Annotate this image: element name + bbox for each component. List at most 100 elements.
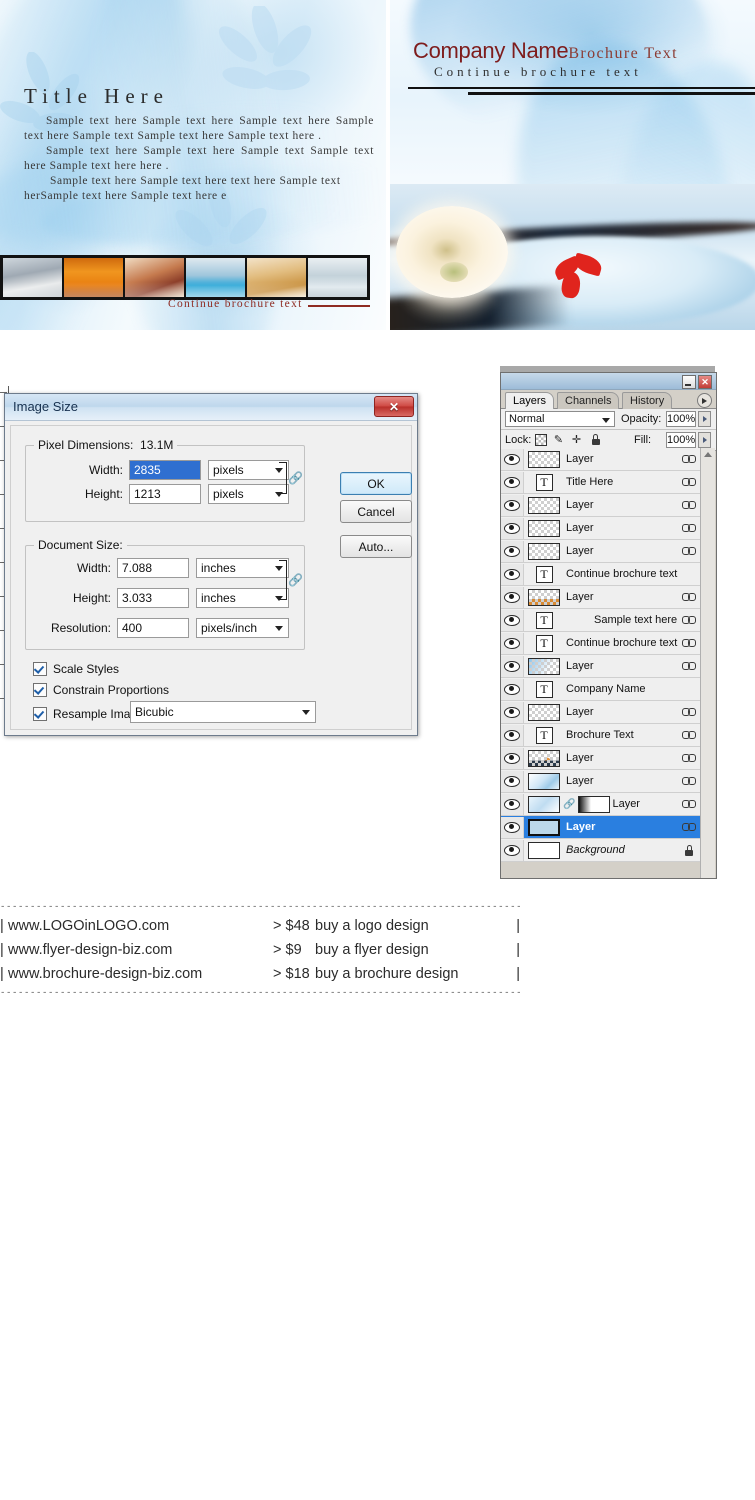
close-icon[interactable]: ✕ <box>374 396 414 417</box>
layer-link-icon[interactable] <box>678 547 700 555</box>
close-icon[interactable]: ✕ <box>698 375 712 389</box>
scale-styles-checkbox-row[interactable]: Scale Styles <box>33 660 119 678</box>
layer-visibility-eye-icon[interactable] <box>501 701 524 723</box>
layer-visibility-eye-icon[interactable] <box>501 747 524 769</box>
layer-link-icon[interactable] <box>678 524 700 532</box>
layer-row[interactable]: T Continue brochure text <box>501 563 700 586</box>
tab-channels[interactable]: Channels <box>557 392 620 409</box>
layer-visibility-eye-icon[interactable] <box>501 517 524 539</box>
constrain-proportions-checkbox-row[interactable]: Constrain Proportions <box>33 681 169 699</box>
tab-history[interactable]: History <box>622 392 673 409</box>
layer-visibility-eye-icon[interactable] <box>501 770 524 792</box>
constrain-proportions-checkbox[interactable] <box>33 683 47 697</box>
pixel-width-unit-select[interactable]: pixels <box>208 460 289 480</box>
layer-row[interactable]: Layer <box>501 701 700 724</box>
layer-visibility-eye-icon[interactable] <box>501 540 524 562</box>
layer-thumbnail[interactable] <box>524 841 564 859</box>
layer-link-icon[interactable] <box>678 708 700 716</box>
resolution-input[interactable]: 400 <box>117 618 189 638</box>
fill-slider-icon[interactable] <box>698 432 711 448</box>
layer-link-icon[interactable] <box>678 731 700 739</box>
layer-lock-icon[interactable] <box>678 844 700 856</box>
layer-visibility-eye-icon[interactable] <box>501 816 524 838</box>
pixel-height-unit-select[interactable]: pixels <box>208 484 289 504</box>
cancel-button[interactable]: Cancel <box>340 500 412 523</box>
layer-thumbnail[interactable] <box>524 496 564 514</box>
layer-visibility-eye-icon[interactable] <box>501 793 524 815</box>
resample-method-select[interactable]: Bicubic <box>130 701 316 723</box>
dialog-titlebar[interactable]: Image Size ✕ <box>5 394 417 421</box>
layer-mask-thumbnail[interactable] <box>578 795 611 813</box>
layer-row[interactable]: T Company Name <box>501 678 700 701</box>
text-layer-badge-icon[interactable]: T <box>524 611 564 629</box>
layer-thumbnail[interactable] <box>524 450 564 468</box>
layer-link-icon[interactable] <box>678 478 700 486</box>
footer-url[interactable]: www.flyer-design-biz.com <box>8 942 273 958</box>
tab-layers[interactable]: Layers <box>505 392 555 409</box>
lock-position-icon[interactable]: ✛ <box>570 433 583 446</box>
layer-thumbnail[interactable] <box>524 542 564 560</box>
layer-visibility-eye-icon[interactable] <box>501 563 524 585</box>
layer-visibility-eye-icon[interactable] <box>501 839 524 861</box>
resolution-unit-select[interactable]: pixels/inch <box>196 618 289 638</box>
layer-link-icon[interactable] <box>678 455 700 463</box>
doc-width-unit-select[interactable]: inches <box>196 558 289 578</box>
pixel-width-input[interactable]: 2835 <box>129 460 201 480</box>
text-layer-badge-icon[interactable]: T <box>524 726 564 744</box>
layer-thumbnail[interactable] <box>528 795 560 813</box>
layer-row[interactable]: Layer <box>501 517 700 540</box>
text-layer-badge-icon[interactable]: T <box>524 680 564 698</box>
layer-link-icon[interactable] <box>678 777 700 785</box>
layer-row[interactable]: Layer <box>501 747 700 770</box>
footer-url[interactable]: www.brochure-design-biz.com <box>8 966 273 982</box>
lock-image-icon[interactable]: ✎ <box>552 433 565 446</box>
auto-button[interactable]: Auto... <box>340 535 412 558</box>
layer-row[interactable]: Layer <box>501 655 700 678</box>
layer-visibility-eye-icon[interactable] <box>501 586 524 608</box>
text-layer-badge-icon[interactable]: T <box>524 565 564 583</box>
opacity-slider-icon[interactable] <box>698 411 711 427</box>
doc-height-unit-select[interactable]: inches <box>196 588 289 608</box>
layers-panel-titlebar[interactable]: ✕ <box>501 373 716 390</box>
layer-row[interactable]: T Sample text here ... <box>501 609 700 632</box>
layer-row[interactable]: Layer <box>501 494 700 517</box>
layer-row[interactable]: 🔗 Layer <box>501 793 700 816</box>
layer-visibility-eye-icon[interactable] <box>501 678 524 700</box>
layer-link-icon[interactable] <box>678 754 700 762</box>
layer-visibility-eye-icon[interactable] <box>501 609 524 631</box>
minimize-icon[interactable] <box>682 375 696 389</box>
lock-all-icon[interactable] <box>589 433 602 446</box>
layer-link-icon[interactable] <box>678 616 700 624</box>
layer-row[interactable]: Background <box>501 839 700 862</box>
layer-visibility-eye-icon[interactable] <box>501 724 524 746</box>
layer-row[interactable]: Layer <box>501 540 700 563</box>
layer-row[interactable]: T Continue brochure text <box>501 632 700 655</box>
layer-list-scrollbar[interactable] <box>700 448 715 878</box>
layer-thumbnail[interactable] <box>524 772 564 790</box>
lock-transparency-icon[interactable] <box>534 433 547 446</box>
resample-image-checkbox[interactable] <box>33 707 47 721</box>
layer-thumbnail[interactable] <box>524 588 564 606</box>
layer-visibility-eye-icon[interactable] <box>501 655 524 677</box>
layer-row[interactable]: T Brochure Text <box>501 724 700 747</box>
mask-link-icon[interactable]: 🔗 <box>563 799 575 810</box>
layer-thumbnail[interactable] <box>524 818 564 836</box>
layer-visibility-eye-icon[interactable] <box>501 448 524 470</box>
pixel-height-input[interactable]: 1213 <box>129 484 201 504</box>
scroll-up-icon[interactable] <box>701 448 714 461</box>
layer-visibility-eye-icon[interactable] <box>501 494 524 516</box>
layer-row[interactable]: Layer <box>501 586 700 609</box>
text-layer-badge-icon[interactable]: T <box>524 634 564 652</box>
layer-visibility-eye-icon[interactable] <box>501 471 524 493</box>
layer-link-icon[interactable] <box>678 593 700 601</box>
layer-link-icon[interactable] <box>678 662 700 670</box>
layer-thumbnail[interactable] <box>524 703 564 721</box>
layer-row[interactable]: Layer <box>501 448 700 471</box>
layer-row[interactable]: Layer <box>501 770 700 793</box>
layer-link-icon[interactable] <box>678 639 700 647</box>
layer-thumbnail[interactable] <box>524 657 564 675</box>
layer-row[interactable]: Layer <box>501 816 700 839</box>
doc-width-input[interactable]: 7.088 <box>117 558 189 578</box>
layer-link-icon[interactable] <box>678 501 700 509</box>
layer-row[interactable]: T Title Here <box>501 471 700 494</box>
